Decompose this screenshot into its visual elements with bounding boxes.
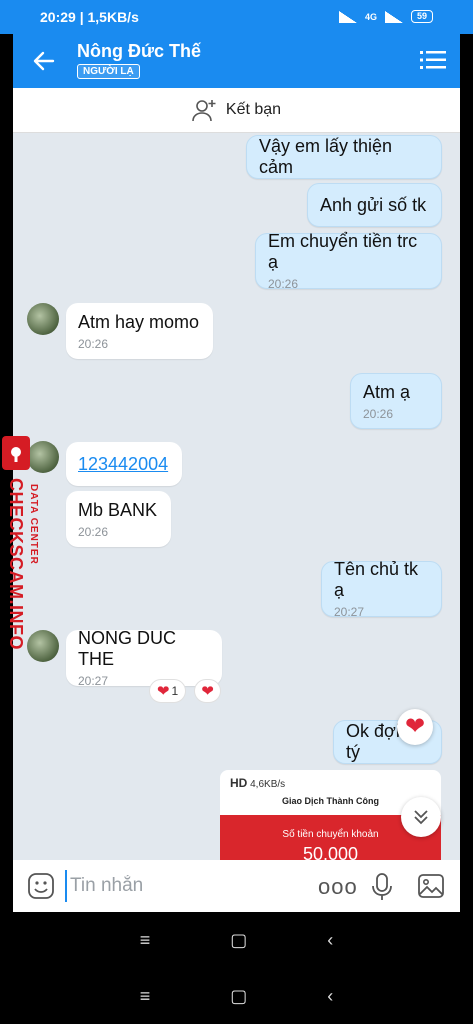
message-bubble-outgoing[interactable]: Anh gửi số tk	[307, 183, 442, 227]
message-text: Atm ạ	[363, 381, 411, 402]
contact-avatar[interactable]	[27, 303, 59, 335]
reaction-count: 1	[171, 684, 179, 698]
message-bubble-incoming[interactable]: NONG DUC THE 20:27	[66, 628, 222, 688]
message-bubble-outgoing[interactable]: Atm ạ 20:26	[350, 373, 442, 429]
composer: ooo	[13, 860, 460, 912]
message-text: Vậy em lấy thiện cảm	[259, 136, 393, 177]
add-friend-icon	[192, 100, 216, 122]
heart-icon: ❤	[156, 682, 170, 700]
more-options-button[interactable]: ooo	[318, 874, 358, 900]
message-time: 20:27	[78, 674, 109, 688]
message-text: Tên chủ tk ạ	[334, 559, 419, 600]
battery-icon: 59	[410, 10, 433, 23]
message-time: 20:26	[78, 336, 109, 351]
home-button[interactable]: ▢	[230, 930, 247, 951]
add-friend-button[interactable]: Kết bạn	[13, 88, 460, 133]
message-list[interactable]: Vậy em lấy thiện cảm Anh gửi số tk Em ch…	[13, 133, 460, 860]
account-number-link[interactable]: 123442004	[78, 454, 170, 475]
list-menu-icon[interactable]	[420, 49, 446, 71]
image-gallery-icon[interactable]	[417, 873, 445, 899]
message-bubble-incoming[interactable]: 123442004	[66, 442, 182, 486]
message-text: Em chuyển tiền trc ạ	[268, 231, 418, 272]
message-time: 20:26	[268, 277, 299, 291]
system-navbar: ≡ ▢ ‹	[0, 912, 473, 968]
message-text: Atm hay momo	[78, 311, 200, 332]
watermark-text: CHECKSCAM.INFO	[6, 478, 26, 650]
add-reaction-button[interactable]: ❤	[194, 679, 221, 703]
signal-icon	[338, 10, 357, 23]
message-bubble-incoming[interactable]: Atm hay momo 20:26	[66, 303, 213, 359]
contact-name[interactable]: Nông Đức Thế	[77, 41, 201, 62]
microphone-icon[interactable]	[371, 872, 393, 902]
back-button[interactable]: ‹	[327, 986, 333, 1007]
message-bubble-incoming[interactable]: Mb BANK 20:26	[66, 491, 171, 547]
system-navbar-secondary: ≡ ▢ ‹	[0, 968, 473, 1024]
status-indicators: 4G 59	[338, 10, 433, 23]
heart-icon: ❤	[404, 713, 426, 740]
reaction-button[interactable]: ❤	[397, 709, 433, 745]
chat-header: Nông Đức Thế NGƯỜI LẠ	[13, 34, 460, 88]
home-button[interactable]: ▢	[230, 986, 247, 1007]
add-friend-label: Kết bạn	[225, 101, 282, 118]
double-chevron-down-icon	[414, 810, 428, 825]
lock-icon	[2, 436, 30, 470]
message-bubble-outgoing[interactable]: Vậy em lấy thiện cảm	[246, 135, 442, 179]
reaction-summary[interactable]: ❤ 1	[149, 679, 186, 703]
back-button[interactable]: ‹	[327, 930, 333, 951]
amount-value: 50.000	[302, 844, 359, 860]
message-input[interactable]	[65, 870, 305, 902]
message-text: NONG DUC THE	[78, 628, 176, 669]
signal-icon	[384, 10, 403, 23]
watermark-subtext: DATA CENTER	[28, 484, 39, 565]
message-time: 20:27	[334, 605, 365, 619]
network-label: 4G	[364, 11, 377, 22]
sticker-icon[interactable]	[27, 872, 55, 900]
message-bubble-outgoing[interactable]: Tên chủ tk ạ 20:27	[321, 559, 442, 619]
back-arrow-icon[interactable]	[31, 48, 57, 74]
message-text: Anh gửi số tk	[320, 194, 427, 215]
message-time: 20:26	[363, 406, 394, 421]
message-text: Mb BANK	[78, 499, 158, 520]
recent-apps-button[interactable]: ≡	[140, 930, 151, 951]
message-bubble-outgoing[interactable]: Em chuyển tiền trc ạ 20:26	[255, 231, 442, 291]
watermark: CHECKSCAM.INFO DATA CENTER	[0, 436, 40, 666]
heart-icon: ❤	[201, 682, 214, 700]
scroll-to-bottom-button[interactable]	[401, 797, 441, 837]
recent-apps-button[interactable]: ≡	[140, 986, 151, 1007]
status-time: 20:29 | 1,5KB/s	[40, 9, 139, 25]
message-time: 20:26	[78, 524, 109, 539]
stranger-badge: NGƯỜI LẠ	[77, 64, 140, 79]
image-status: HD 4,6KB/s	[230, 776, 286, 790]
status-bar: 20:29 | 1,5KB/s 4G 59	[0, 0, 473, 34]
